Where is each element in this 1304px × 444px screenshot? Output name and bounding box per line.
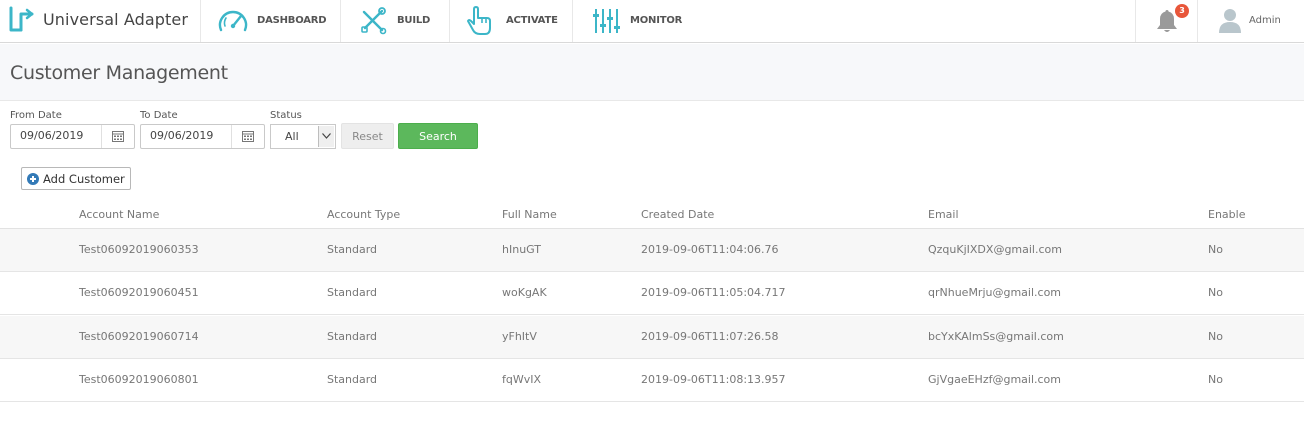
column-header-created-date[interactable]: Created Date xyxy=(641,208,714,221)
nav-activate[interactable]: ACTIVATE xyxy=(450,0,573,42)
cell-account-type: Standard xyxy=(327,243,378,256)
cell-created-date: 2019-09-06T11:08:13.957 xyxy=(641,373,786,386)
customer-table-header: Account Name Account Type Full Name Crea… xyxy=(0,200,1304,229)
cell-account-name: Test06092019060451 xyxy=(79,286,199,299)
cell-enable: No xyxy=(1208,243,1223,256)
tap-hand-icon xyxy=(467,6,491,35)
cell-full-name: woKgAK xyxy=(502,286,547,299)
search-button[interactable]: Search xyxy=(398,123,478,149)
from-date-label: From Date xyxy=(10,110,62,121)
nav-label: BUILD xyxy=(397,15,431,26)
nav-build[interactable]: BUILD xyxy=(341,0,450,42)
wrench-screwdriver-icon xyxy=(361,7,387,35)
cell-account-name: Test06092019060353 xyxy=(79,243,199,256)
plus-circle-icon xyxy=(27,173,39,185)
status-dropdown-toggle[interactable] xyxy=(318,126,334,147)
speedometer-icon xyxy=(218,10,248,32)
reset-button[interactable]: Reset xyxy=(341,123,394,149)
cell-enable: No xyxy=(1208,330,1223,343)
app-name: Universal Adapter xyxy=(43,10,189,29)
add-customer-button[interactable]: Add Customer xyxy=(21,167,131,190)
to-date-field xyxy=(140,124,265,149)
column-header-email[interactable]: Email xyxy=(928,208,959,221)
cell-enable: No xyxy=(1208,373,1223,386)
user-name: Admin xyxy=(1249,15,1281,26)
table-row[interactable]: Test06092019060714 Standard yFhItV 2019-… xyxy=(0,316,1304,359)
notification-count-badge: 3 xyxy=(1175,4,1189,18)
to-date-input[interactable] xyxy=(150,129,230,142)
column-header-account-name[interactable]: Account Name xyxy=(79,208,159,221)
nav-label: DASHBOARD xyxy=(257,15,327,26)
column-header-full-name[interactable]: Full Name xyxy=(502,208,557,221)
cell-full-name: hInuGT xyxy=(502,243,542,256)
calendar-icon xyxy=(242,131,254,142)
cell-email: QzquKjIXDX@gmail.com xyxy=(928,243,1062,256)
status-selected-value: All xyxy=(285,130,299,143)
to-date-calendar-button[interactable] xyxy=(231,125,264,148)
add-customer-label: Add Customer xyxy=(43,172,125,186)
table-row[interactable]: Test06092019060801 Standard fqWvIX 2019-… xyxy=(0,359,1304,402)
cell-enable: No xyxy=(1208,286,1223,299)
cell-created-date: 2019-09-06T11:04:06.76 xyxy=(641,243,779,256)
brand[interactable]: Universal Adapter xyxy=(0,0,201,42)
cell-account-type: Standard xyxy=(327,373,378,386)
page-title: Customer Management xyxy=(10,62,228,84)
cell-account-name: Test06092019060801 xyxy=(79,373,199,386)
from-date-calendar-button[interactable] xyxy=(101,125,134,148)
cell-full-name: yFhItV xyxy=(502,330,537,343)
cell-created-date: 2019-09-06T11:07:26.58 xyxy=(641,330,779,343)
cell-email: bcYxKAlmSs@gmail.com xyxy=(928,330,1064,343)
from-date-field xyxy=(10,124,135,149)
column-header-enable[interactable]: Enable xyxy=(1208,208,1245,221)
calendar-icon xyxy=(112,131,124,142)
status-label: Status xyxy=(270,110,302,121)
status-select[interactable]: All xyxy=(270,124,336,149)
column-header-account-type[interactable]: Account Type xyxy=(327,208,400,221)
universal-adapter-logo-icon xyxy=(9,6,34,32)
nav-monitor[interactable]: MONITOR xyxy=(573,0,696,42)
nav-dashboard[interactable]: DASHBOARD xyxy=(201,0,341,42)
cell-account-name: Test06092019060714 xyxy=(79,330,199,343)
cell-email: GjVgaeEHzf@gmail.com xyxy=(928,373,1062,386)
chevron-down-icon xyxy=(322,133,331,139)
to-date-label: To Date xyxy=(140,110,178,121)
cell-full-name: fqWvIX xyxy=(502,373,542,386)
cell-email: qrNhueMrju@gmail.com xyxy=(928,286,1062,299)
nav-label: ACTIVATE xyxy=(506,15,558,26)
user-avatar-icon xyxy=(1219,9,1241,33)
cell-created-date: 2019-09-06T11:05:04.717 xyxy=(641,286,786,299)
cell-account-type: Standard xyxy=(327,330,378,343)
notifications-button[interactable] xyxy=(1135,0,1198,42)
page-header: Customer Management xyxy=(0,44,1304,101)
user-menu[interactable]: Admin xyxy=(1199,0,1304,42)
cell-account-type: Standard xyxy=(327,286,378,299)
top-navbar: Universal Adapter DASHBOARD BUILD ACTIVA… xyxy=(0,0,1304,43)
table-row[interactable]: Test06092019060353 Standard hInuGT 2019-… xyxy=(0,229,1304,272)
table-row[interactable]: Test06092019060451 Standard woKgAK 2019-… xyxy=(0,272,1304,315)
equalizer-sliders-icon xyxy=(593,9,620,33)
from-date-input[interactable] xyxy=(20,129,100,142)
nav-label: MONITOR xyxy=(630,15,683,26)
